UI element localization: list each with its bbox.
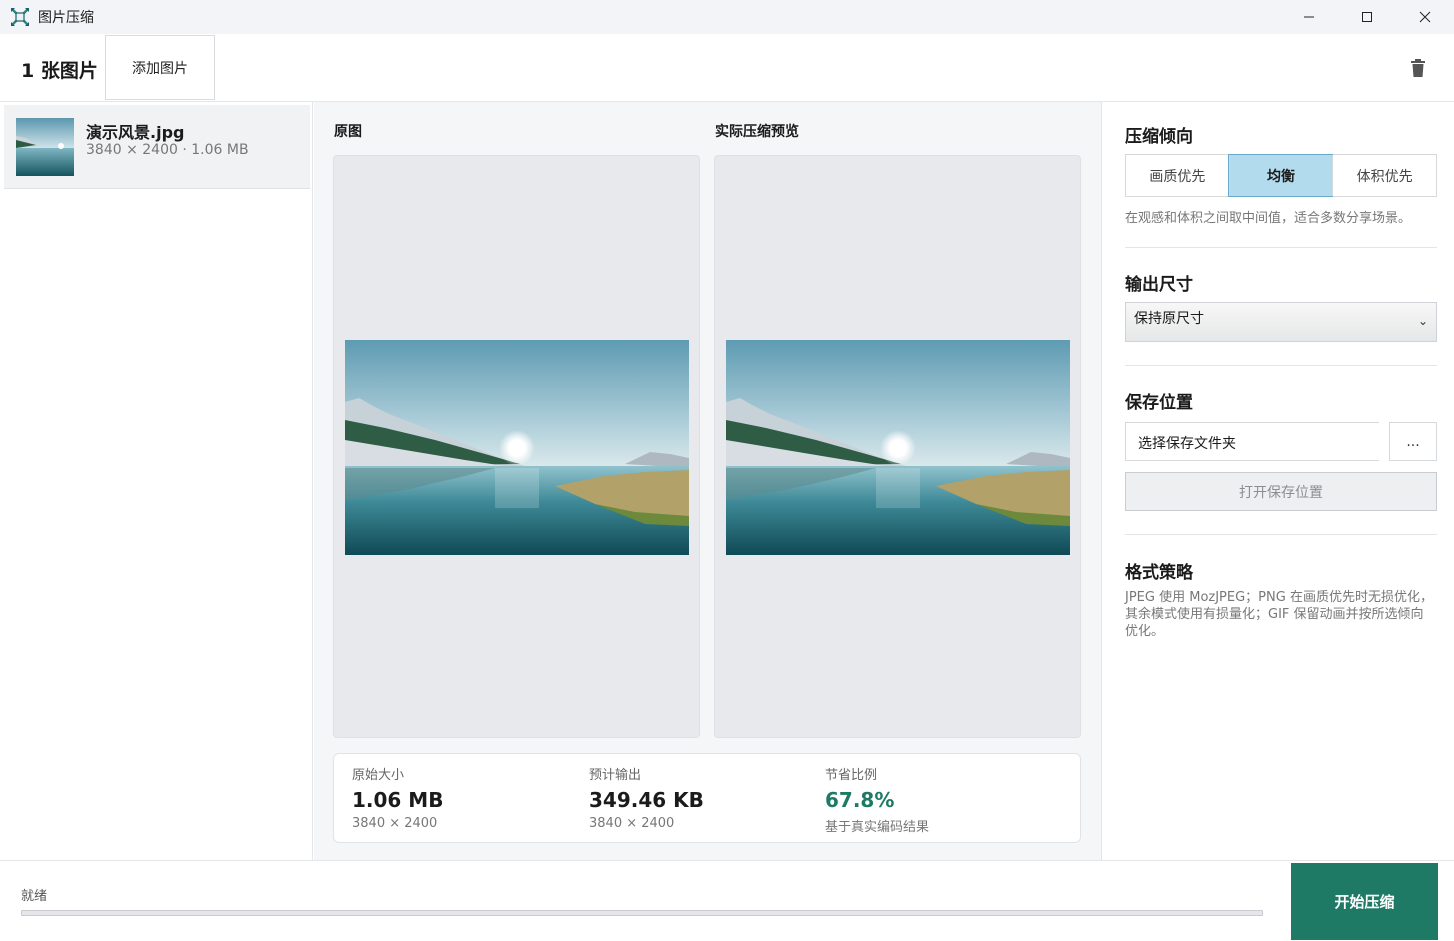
maximize-icon bbox=[1362, 12, 1372, 22]
maximize-button[interactable] bbox=[1338, 0, 1396, 34]
file-name: 演示风景.jpg bbox=[86, 123, 185, 142]
toolbar: 1 张图片 添加图片 bbox=[0, 34, 1454, 102]
save-folder-field[interactable]: 选择保存文件夹 bbox=[1125, 422, 1379, 461]
original-label: 原图 bbox=[334, 124, 362, 140]
tendency-size-button[interactable]: 体积优先 bbox=[1332, 155, 1437, 196]
status-bar: 就绪 开始压缩 bbox=[0, 860, 1454, 941]
settings-panel: 压缩倾向 画质优先 均衡 体积优先 在观感和体积之间取中间值，适合多数分享场景。… bbox=[1101, 102, 1454, 860]
estimated-output-stat: 预计输出 349.46 KB 3840 × 2400 bbox=[589, 764, 704, 831]
output-size-value: 保持原尺寸 bbox=[1134, 311, 1204, 327]
stat-value: 67.8% bbox=[825, 788, 895, 812]
image-count-label: 1 张图片 bbox=[21, 60, 98, 82]
compressed-preview-pane bbox=[714, 155, 1081, 738]
title-bar: 图片压缩 bbox=[0, 0, 1454, 34]
stat-value: 1.06 MB bbox=[352, 788, 444, 812]
close-button[interactable] bbox=[1396, 0, 1454, 34]
format-strategy-text: JPEG 使用 MozJPEG；PNG 在画质优先时无损优化，其余模式使用有损量… bbox=[1125, 590, 1433, 639]
stat-label: 预计输出 bbox=[589, 768, 642, 783]
add-images-button[interactable]: 添加图片 bbox=[105, 35, 215, 100]
tendency-title: 压缩倾向 bbox=[1125, 127, 1193, 147]
stat-label: 节省比例 bbox=[825, 768, 878, 783]
list-item[interactable]: 演示风景.jpg 3840 × 2400 · 1.06 MB bbox=[4, 105, 310, 189]
window-controls bbox=[1280, 0, 1454, 34]
app-icon bbox=[11, 8, 29, 26]
tendency-hint: 在观感和体积之间取中间值，适合多数分享场景。 bbox=[1125, 211, 1412, 226]
original-preview-pane bbox=[333, 155, 700, 738]
window-title: 图片压缩 bbox=[38, 10, 94, 26]
trash-icon bbox=[1411, 59, 1425, 77]
output-size-title: 输出尺寸 bbox=[1125, 275, 1193, 295]
tendency-quality-button[interactable]: 画质优先 bbox=[1126, 155, 1229, 196]
file-thumbnail bbox=[16, 118, 74, 176]
divider bbox=[1125, 247, 1437, 248]
original-size-stat: 原始大小 1.06 MB 3840 × 2400 bbox=[352, 764, 443, 831]
compression-stats: 原始大小 1.06 MB 3840 × 2400 预计输出 349.46 KB … bbox=[333, 753, 1081, 843]
compressed-preview-label: 实际压缩预览 bbox=[715, 124, 799, 140]
stat-label: 原始大小 bbox=[352, 768, 405, 783]
format-strategy-title: 格式策略 bbox=[1125, 563, 1193, 583]
file-list: 演示风景.jpg 3840 × 2400 · 1.06 MB bbox=[0, 102, 313, 860]
stat-value: 349.46 KB bbox=[589, 788, 704, 812]
output-size-select[interactable]: 保持原尺寸 ⌄ bbox=[1125, 302, 1437, 342]
status-text: 就绪 bbox=[21, 889, 48, 904]
divider bbox=[1125, 534, 1437, 535]
compressed-image bbox=[726, 340, 1070, 555]
stat-sub: 3840 × 2400 bbox=[352, 816, 438, 831]
clear-list-button[interactable] bbox=[1406, 56, 1430, 80]
progress-bar bbox=[21, 910, 1263, 916]
saving-ratio-stat: 节省比例 67.8% 基于真实编码结果 bbox=[825, 764, 929, 835]
minimize-icon bbox=[1304, 16, 1314, 18]
file-meta: 3840 × 2400 · 1.06 MB bbox=[86, 142, 249, 158]
tendency-segmented-control: 画质优先 均衡 体积优先 bbox=[1125, 154, 1437, 197]
preview-area: 原图 实际压缩预览 原始大小 1.06 MB 3840 × 2400 预计输出 … bbox=[314, 102, 1101, 860]
open-save-location-button[interactable]: 打开保存位置 bbox=[1125, 472, 1437, 511]
stat-sub: 3840 × 2400 bbox=[589, 816, 675, 831]
save-location-title: 保存位置 bbox=[1125, 393, 1193, 413]
minimize-button[interactable] bbox=[1280, 0, 1338, 34]
stat-sub: 基于真实编码结果 bbox=[825, 820, 930, 835]
original-image bbox=[345, 340, 689, 555]
browse-folder-button[interactable]: ... bbox=[1389, 422, 1437, 461]
close-icon bbox=[1419, 11, 1431, 23]
chevron-down-icon: ⌄ bbox=[1417, 314, 1428, 328]
tendency-balanced-button[interactable]: 均衡 bbox=[1227, 154, 1334, 197]
start-compress-button[interactable]: 开始压缩 bbox=[1291, 863, 1438, 940]
divider bbox=[1125, 365, 1437, 366]
